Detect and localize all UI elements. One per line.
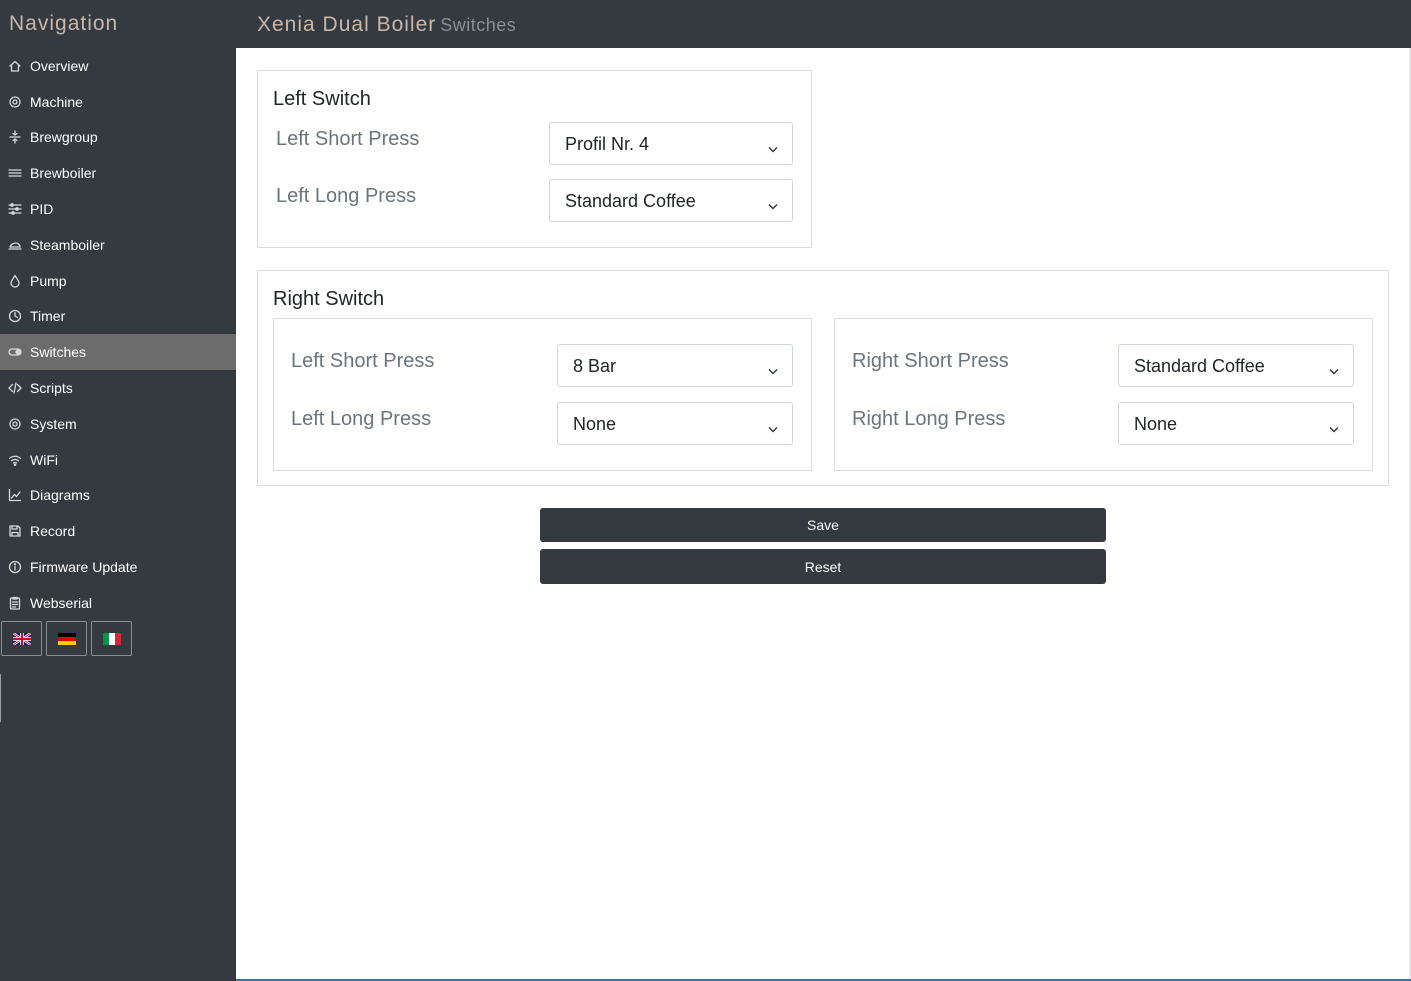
sidebar-item-machine[interactable]: Machine — [0, 84, 236, 120]
sidebar-item-pid[interactable]: PID — [0, 191, 236, 227]
de-flag-icon — [57, 632, 76, 645]
sidebar-item-label: Timer — [30, 308, 66, 325]
right-switch-left-long-press-select[interactable]: None — [557, 402, 793, 445]
clipboard-icon — [0, 596, 30, 610]
chevron-down-icon — [768, 197, 778, 210]
chart-icon — [0, 488, 30, 502]
it-flag-icon — [102, 632, 121, 645]
code-icon — [0, 381, 30, 395]
right-switch-left-short-press-select[interactable]: 8 Bar — [557, 344, 793, 387]
left-switch-card: Left Switch Left Short Press Profil Nr. … — [257, 70, 812, 248]
page-subtitle: Switches — [440, 15, 517, 35]
en-flag-icon — [12, 632, 31, 645]
sidebar-item-label: Brewgroup — [30, 129, 98, 146]
chevron-down-icon — [1329, 420, 1339, 433]
sidebar-item-diagrams[interactable]: Diagrams — [0, 478, 236, 514]
gear-icon — [0, 417, 30, 431]
right-switch-right-panel: Right Short Press Standard Coffee Right … — [834, 318, 1373, 471]
sidebar-item-label: Machine — [30, 93, 83, 110]
page-title: Xenia Dual Boiler Switches — [257, 13, 516, 37]
right-short-press-label: Right Short Press — [852, 350, 1009, 372]
sidebar-item-label: Record — [30, 523, 76, 540]
sidebar-title: Navigation — [9, 12, 119, 35]
language-it-button[interactable] — [91, 621, 132, 656]
sidebar-item-record[interactable]: Record — [0, 513, 236, 549]
sidebar-item-pump[interactable]: Pump — [0, 263, 236, 299]
sidebar: Navigation Overview Machine Brewgroup Br… — [0, 0, 236, 981]
sidebar-item-label: System — [30, 415, 77, 432]
right-switch-left-panel: Left Short Press 8 Bar Left Long Press N… — [273, 318, 812, 471]
select-value: Profil Nr. 4 — [565, 134, 650, 154]
chevron-down-icon — [768, 140, 778, 153]
brewgroup-icon — [0, 130, 30, 145]
sidebar-item-label: Switches — [30, 344, 87, 361]
sidebar-item-wifi[interactable]: WiFi — [0, 442, 236, 478]
save-button[interactable]: Save — [540, 508, 1106, 542]
sidebar-item-scripts[interactable]: Scripts — [0, 370, 236, 406]
right-switch-card: Right Switch Left Short Press 8 Bar Left… — [257, 270, 1389, 486]
select-value: None — [1134, 414, 1178, 434]
home-icon — [0, 59, 30, 73]
language-de-button[interactable] — [46, 621, 87, 656]
sidebar-item-overview[interactable]: Overview — [0, 48, 236, 84]
select-value: None — [573, 414, 617, 434]
left-short-press-label: Left Short Press — [291, 350, 435, 372]
language-switcher — [1, 621, 132, 656]
sidebar-item-label: Overview — [30, 57, 89, 74]
save-icon — [0, 524, 30, 538]
sidebar-item-label: Steamboiler — [30, 236, 105, 253]
sidebar-item-label: Diagrams — [30, 487, 90, 504]
drop-icon — [0, 274, 30, 288]
waves-icon — [0, 166, 30, 180]
sidebar-item-label: PID — [30, 201, 54, 218]
left-long-press-label: Left Long Press — [276, 185, 417, 207]
wifi-icon — [0, 453, 30, 467]
reset-button[interactable]: Reset — [540, 549, 1106, 584]
sidebar-item-label: Webserial — [30, 594, 92, 611]
header: Xenia Dual Boiler Switches — [236, 0, 1411, 48]
left-long-press-select[interactable]: Standard Coffee — [549, 179, 793, 222]
sidebar-item-label: WiFi — [30, 451, 58, 468]
sidebar-item-firmware-update[interactable]: Firmware Update — [0, 549, 236, 585]
sidebar-item-timer[interactable]: Timer — [0, 299, 236, 335]
sidebar-item-webserial[interactable]: Webserial — [0, 585, 236, 621]
sliders-icon — [0, 202, 30, 216]
sidebar-item-label: Scripts — [30, 380, 73, 397]
sidebar-item-brewboiler[interactable]: Brewboiler — [0, 155, 236, 191]
sidebar-item-label: Pump — [30, 272, 67, 289]
select-value: Standard Coffee — [565, 191, 696, 211]
nav-list: Overview Machine Brewgroup Brewboiler PI… — [0, 48, 236, 621]
steam-icon — [0, 238, 30, 252]
sidebar-item-brewgroup[interactable]: Brewgroup — [0, 120, 236, 156]
right-long-press-label: Right Long Press — [852, 408, 1006, 430]
info-icon — [0, 560, 30, 574]
chevron-down-icon — [768, 362, 778, 375]
left-short-press-label: Left Short Press — [276, 128, 420, 150]
clock-icon — [0, 309, 30, 323]
app-title-text: Xenia Dual Boiler — [257, 13, 437, 36]
gear-icon — [0, 95, 30, 109]
sidebar-item-label: Brewboiler — [30, 165, 97, 182]
sidebar-item-label: Firmware Update — [30, 559, 138, 576]
left-long-press-label: Left Long Press — [291, 408, 432, 430]
toggle-icon — [0, 345, 30, 359]
language-en-button[interactable] — [1, 621, 42, 656]
left-switch-title: Left Switch — [273, 88, 371, 110]
select-value: 8 Bar — [573, 356, 617, 376]
sidebar-item-switches[interactable]: Switches — [0, 334, 236, 371]
select-value: Standard Coffee — [1134, 356, 1265, 376]
chevron-down-icon — [768, 420, 778, 433]
right-switch-right-long-press-select[interactable]: None — [1118, 402, 1354, 445]
left-short-press-select[interactable]: Profil Nr. 4 — [549, 122, 793, 165]
sidebar-item-steamboiler[interactable]: Steamboiler — [0, 227, 236, 263]
sidebar-edge-marker — [0, 674, 1, 722]
sidebar-item-system[interactable]: System — [0, 406, 236, 442]
right-switch-title: Right Switch — [273, 288, 385, 310]
right-switch-right-short-press-select[interactable]: Standard Coffee — [1118, 344, 1354, 387]
chevron-down-icon — [1329, 362, 1339, 375]
